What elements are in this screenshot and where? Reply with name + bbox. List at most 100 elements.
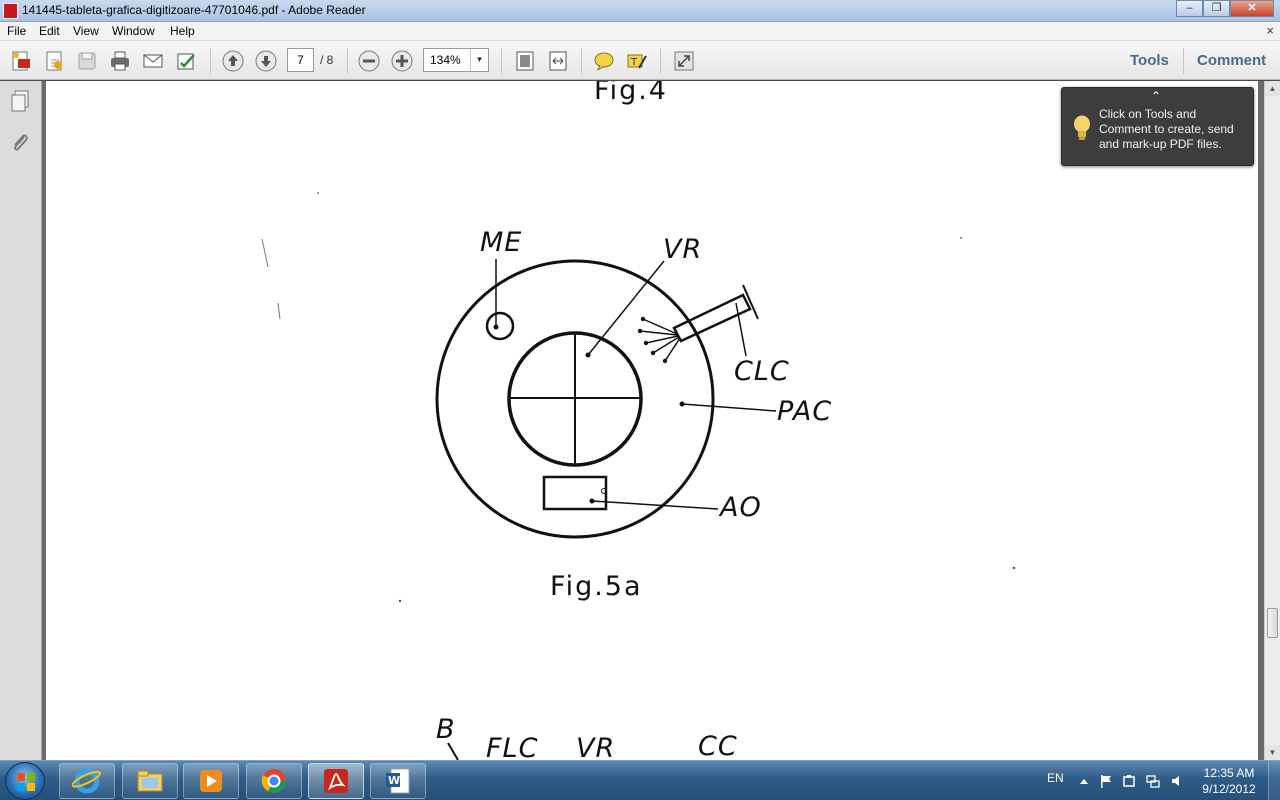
fit-page-button[interactable] — [513, 49, 537, 73]
highlight-text-button[interactable]: T — [625, 49, 649, 73]
close-button[interactable]: ✕ — [1230, 0, 1274, 17]
document-view[interactable]: Fig.4 ME VR CLC PAC AO Fig.5a B FLC VR C… — [42, 81, 1264, 760]
zoom-out-icon — [358, 50, 380, 72]
tooltip-text: Click on Tools and Comment to create, se… — [1099, 107, 1234, 151]
taskbar: W EN 12:35 AM 9/12/2012 — [0, 760, 1280, 800]
label-flc: FLC — [486, 733, 539, 760]
zoom-in-icon — [391, 50, 413, 72]
clock-time: 12:35 AM — [1203, 766, 1255, 780]
zoom-out-button[interactable] — [357, 49, 381, 73]
menu-file[interactable]: File — [7, 24, 26, 38]
start-button[interactable] — [5, 762, 45, 800]
network-icon[interactable] — [1146, 774, 1160, 788]
save-button[interactable] — [75, 49, 99, 73]
pdf-page: Fig.4 ME VR CLC PAC AO Fig.5a B FLC VR C… — [46, 81, 1258, 760]
attachments-button[interactable] — [9, 131, 31, 155]
email-icon — [143, 54, 163, 68]
email-button[interactable] — [141, 49, 165, 73]
scroll-down-button[interactable]: ▼ — [1265, 745, 1280, 760]
window-title: 141445-tableta-grafica-digitizoare-47701… — [22, 3, 366, 17]
comment-bubble-icon — [594, 52, 614, 72]
volume-icon[interactable] — [1170, 774, 1184, 788]
menu-view[interactable]: View — [73, 24, 99, 38]
page-count: / 8 — [320, 53, 334, 67]
lightbulb-icon — [1074, 115, 1090, 140]
maximize-button[interactable]: ❐ — [1203, 0, 1230, 17]
navigation-pane — [0, 81, 42, 760]
menu-edit[interactable]: Edit — [39, 24, 60, 38]
next-page-button[interactable] — [254, 49, 278, 73]
print-icon — [111, 51, 129, 71]
label-ao: AO — [720, 492, 762, 523]
language-indicator[interactable]: EN — [1047, 771, 1064, 785]
media-player-icon — [200, 770, 222, 792]
folder-icon — [137, 770, 163, 792]
menu-bar: File Edit View Window Help × — [0, 22, 1280, 41]
open-button[interactable] — [42, 49, 66, 73]
chevron-down-icon[interactable]: ▼ — [470, 49, 488, 71]
taskbar-windows-explorer[interactable] — [122, 763, 178, 799]
show-hidden-icons-icon[interactable] — [1077, 774, 1091, 788]
collapse-caret-icon[interactable]: ⌃ — [1151, 89, 1161, 103]
action-center-flag-icon[interactable] — [1099, 774, 1113, 788]
zoom-select[interactable]: 134% ▼ — [423, 48, 489, 72]
menu-window[interactable]: Window — [112, 24, 155, 38]
windows-logo-icon — [17, 773, 35, 791]
sign-button[interactable] — [174, 49, 198, 73]
page-thumbnails-button[interactable] — [9, 89, 31, 113]
taskbar-internet-explorer[interactable] — [59, 763, 115, 799]
tools-pane-button[interactable]: Tools — [1130, 52, 1169, 69]
vertical-scrollbar[interactable]: ▲ ▼ — [1264, 81, 1280, 760]
internet-explorer-icon — [72, 768, 101, 794]
fig4-caption: Fig.4 — [594, 81, 668, 106]
taskbar-word[interactable]: W — [370, 763, 426, 799]
sign-document-icon — [177, 53, 195, 70]
show-desktop-button[interactable] — [1268, 761, 1280, 800]
menu-help[interactable]: Help — [170, 24, 195, 38]
sticky-note-button[interactable] — [592, 49, 616, 73]
fit-page-icon — [516, 51, 534, 71]
svg-text:T: T — [630, 57, 638, 68]
scroll-up-button[interactable]: ▲ — [1265, 81, 1280, 96]
toolbar: T — [0, 41, 1280, 80]
me-circle — [485, 311, 515, 341]
zoom-in-button[interactable] — [390, 49, 414, 73]
taskbar-media-player[interactable] — [183, 763, 239, 799]
fit-width-icon — [549, 51, 567, 71]
word-icon: W — [386, 768, 410, 794]
expand-button[interactable] — [672, 49, 696, 73]
highlight-icon: T — [627, 54, 647, 69]
fit-width-button[interactable] — [546, 49, 570, 73]
fig5a-caption: Fig.5a — [550, 571, 643, 602]
device-icon[interactable] — [1122, 774, 1136, 788]
chrome-icon — [261, 769, 286, 793]
system-clock[interactable]: 12:35 AM 9/12/2012 — [1196, 765, 1262, 797]
adobe-reader-icon — [3, 3, 18, 19]
title-bar: 141445-tableta-grafica-digitizoare-47701… — [0, 0, 1280, 22]
open-file-icon — [46, 51, 62, 71]
window-controls: – ❐ ✕ — [1176, 0, 1274, 18]
label-clc: CLC — [734, 356, 790, 387]
label-me: ME — [480, 227, 523, 258]
pages-icon — [11, 90, 29, 112]
taskbar-chrome[interactable] — [246, 763, 302, 799]
zoom-value: 134% — [430, 53, 461, 67]
print-button[interactable] — [108, 49, 132, 73]
clock-date: 9/12/2012 — [1202, 782, 1256, 796]
page-number-input[interactable]: 7 — [287, 48, 314, 72]
taskbar-adobe-reader[interactable] — [308, 763, 364, 799]
adobe-reader-taskbar-icon — [324, 769, 348, 793]
paperclip-icon — [14, 134, 28, 151]
ao-rectangle — [542, 475, 608, 511]
create-pdf-button[interactable] — [9, 49, 33, 73]
comment-pane-button[interactable]: Comment — [1197, 52, 1266, 69]
minimize-button[interactable]: – — [1176, 0, 1203, 17]
tools-tip-callout[interactable]: ⌃ Click on Tools and Comment to create, … — [1061, 87, 1254, 166]
arrow-up-icon — [222, 50, 244, 72]
label-pac: PAC — [777, 396, 833, 427]
full-screen-icon — [674, 51, 694, 71]
arrow-down-icon — [255, 50, 277, 72]
previous-page-button[interactable] — [221, 49, 245, 73]
scroll-thumb[interactable] — [1267, 608, 1278, 638]
close-document-button[interactable]: × — [1266, 23, 1274, 38]
